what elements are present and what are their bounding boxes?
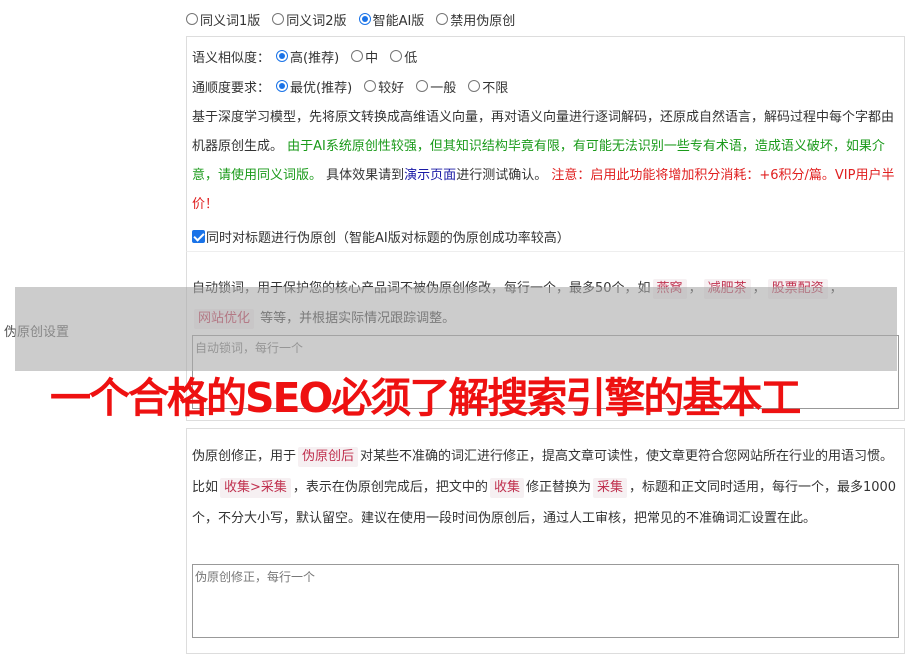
fluency-option[interactable]: 一般	[416, 77, 456, 96]
lock-words-text-2: 等等，并根据实际情况跟踪调整。	[260, 311, 456, 326]
mode-option-label: 同义词1版	[200, 13, 261, 29]
fluency-radio[interactable]	[468, 80, 481, 92]
lock-example-tag: 股票配资	[767, 279, 828, 299]
similarity-radio[interactable]	[390, 50, 403, 62]
fluency-radio[interactable]	[276, 80, 289, 92]
similarity-row: 语义相似度： 高(推荐) 中 低	[192, 46, 429, 66]
lock-example-tag: 网站优化	[194, 309, 255, 329]
similarity-option[interactable]: 中	[351, 47, 378, 66]
fluency-radio[interactable]	[416, 80, 429, 92]
mode-option-label: 禁用伪原创	[450, 13, 516, 29]
title-rewrite-checkbox[interactable]	[192, 229, 205, 243]
lock-words-description: 自动锁词，用于保护您的核心产品词不被伪原创修改，每行一个，最多50个，如 燕窝，减…	[192, 274, 897, 334]
fluency-option[interactable]: 较好	[364, 77, 404, 96]
mode-option[interactable]: 同义词2版	[272, 10, 347, 29]
correction-description: 伪原创修正，用于 伪原创后 对某些不准确的词汇进行修正，提高文章可读性，使文章更符合…	[192, 441, 899, 534]
correction-text-4: 修正替换为	[525, 480, 591, 495]
fluency-option-label: 一般	[430, 80, 457, 96]
similarity-radio[interactable]	[276, 50, 289, 62]
correction-tag: 采集	[592, 478, 627, 498]
correction-tag: 收集>采集	[220, 478, 291, 498]
similarity-option-label: 中	[365, 50, 379, 66]
fluency-option-label: 较好	[378, 80, 405, 96]
desc-text-2: 具体效果请到	[326, 168, 405, 183]
correction-tag: 收集	[489, 478, 524, 498]
mode-radio[interactable]	[358, 13, 371, 25]
lock-example-tag: 燕窝	[652, 279, 687, 299]
fluency-row: 通顺度要求： 最优(推荐) 较好 一般 不限	[192, 76, 520, 96]
title-rewrite-label: 同时对标题进行伪原创（智能AI版对标题的伪原创成功率较高）	[206, 230, 570, 246]
mode-radio[interactable]	[186, 13, 198, 25]
fluency-option[interactable]: 最优(推荐)	[276, 77, 352, 96]
ai-settings-panel: 语义相似度： 高(推荐) 中 低 通顺度要求： 最优(推荐) 较好 一般 不限 基于深度学…	[186, 36, 905, 251]
mode-radio[interactable]	[436, 13, 449, 25]
mode-option[interactable]: 智能AI版	[358, 10, 425, 29]
fluency-option[interactable]: 不限	[468, 77, 508, 96]
overlay-caption: 一个合格的SEO必须了解搜索引擎的基本工	[50, 374, 801, 422]
correction-textarea[interactable]: 伪原创修正，每行一个	[192, 564, 899, 638]
correction-text-3: ，表示在伪原创完成后，把文中的	[292, 480, 488, 495]
mode-option-label: 智能AI版	[372, 13, 425, 29]
title-rewrite-row[interactable]: 同时对标题进行伪原创（智能AI版对标题的伪原创成功率较高）	[192, 226, 570, 246]
mode-option[interactable]: 禁用伪原创	[436, 10, 515, 29]
similarity-option-label: 高(推荐)	[290, 50, 340, 66]
mode-radio[interactable]	[272, 13, 285, 25]
similarity-option[interactable]: 高(推荐)	[276, 47, 339, 66]
correction-tag: 伪原创后	[298, 447, 359, 467]
mode-radio-group: 同义词1版 同义词2版 智能AI版 禁用伪原创	[186, 8, 527, 30]
mode-option[interactable]: 同义词1版	[186, 10, 260, 29]
section-label: 伪原创设置	[4, 325, 70, 340]
fluency-label: 通顺度要求：	[192, 80, 271, 96]
similarity-label: 语义相似度：	[192, 50, 271, 66]
demo-page-link[interactable]: 演示页面	[404, 168, 456, 183]
fluency-radio[interactable]	[364, 80, 377, 92]
ai-description: 基于深度学习模型，先将原文转换成高维语义向量，再对语义向量进行逐词解码，还原成自…	[192, 103, 897, 219]
fluency-option-label: 最优(推荐)	[290, 80, 353, 96]
correction-panel: 伪原创修正，用于 伪原创后 对某些不准确的词汇进行修正，提高文章可读性，使文章更符合…	[186, 428, 905, 654]
similarity-option-label: 低	[404, 50, 418, 66]
lock-example-tag: 减肥茶	[703, 279, 751, 299]
mode-option-label: 同义词2版	[286, 13, 347, 29]
similarity-option[interactable]: 低	[390, 47, 417, 66]
fluency-option-label: 不限	[482, 80, 509, 96]
desc-text-3: 进行测试确认。	[456, 168, 548, 183]
correction-text-1: 伪原创修正，用于	[192, 449, 297, 464]
lock-words-text-1: 自动锁词，用于保护您的核心产品词不被伪原创修改，每行一个，最多50个，如	[192, 281, 651, 296]
similarity-radio[interactable]	[351, 50, 364, 62]
